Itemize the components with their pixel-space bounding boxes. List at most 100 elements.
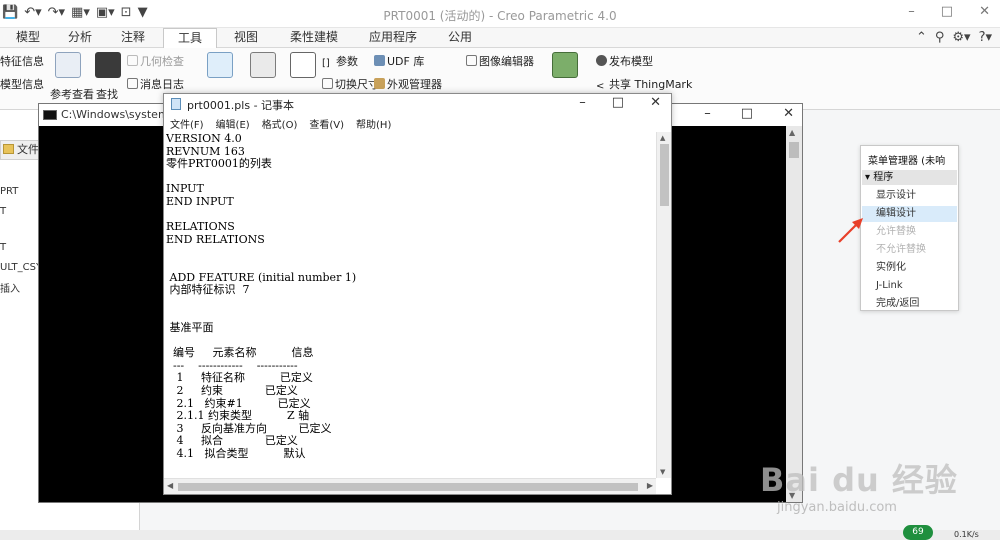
find-label: 查找 — [96, 88, 118, 101]
window-controls: – □ ✕ — [908, 4, 990, 19]
scroll-right-icon[interactable]: ▶ — [647, 481, 653, 490]
settings-icon[interactable]: ⚙▾ — [952, 30, 970, 45]
console-icon — [43, 110, 57, 120]
menu-manager-item[interactable]: 完成/返回 — [862, 296, 957, 312]
notepad-line: END RELATIONS — [166, 232, 265, 246]
menu-view[interactable]: 查看(V) — [309, 116, 344, 131]
notepad-vscroll-thumb[interactable] — [660, 144, 669, 206]
share-icon: < — [596, 81, 605, 92]
help-icon[interactable]: ?▾ — [979, 30, 992, 45]
tab-tools[interactable]: 工具 — [163, 28, 217, 49]
menu-manager-item[interactable]: 显示设计 — [862, 188, 957, 204]
menu-manager-item[interactable]: J-Link — [862, 278, 957, 294]
notepad-maximize-icon[interactable]: □ — [612, 95, 624, 110]
relations-icon[interactable] — [207, 52, 233, 78]
geometry-check-button[interactable]: 几何检查 — [127, 53, 184, 69]
tab-utilities[interactable]: 公用 — [440, 28, 480, 48]
ribbon-tab-right-icons: ⌃ ⚲ ⚙▾ ?▾ — [916, 30, 992, 45]
console-scroll-thumb[interactable] — [789, 142, 799, 158]
feature-info-button[interactable]: 特征信息 — [0, 53, 44, 69]
notepad-line: 2.1 约束#1 已定义 — [166, 396, 311, 410]
tree-item[interactable]: PRT — [0, 186, 18, 197]
image-editor-icon — [466, 55, 477, 66]
network-badge: 69 — [903, 525, 933, 540]
notepad-line: --- ------------ ----------- — [166, 358, 298, 372]
tab-annotate[interactable]: 注释 — [113, 28, 153, 48]
minimize-icon[interactable]: – — [908, 4, 915, 19]
notepad-window: prt0001.pls - 记事本 – □ ✕ 文件(F) 编辑(E) 格式(O… — [163, 93, 672, 495]
menu-help[interactable]: 帮助(H) — [356, 116, 391, 131]
menu-manager-item: 允许替换 — [876, 226, 916, 237]
tree-item[interactable]: 插入 — [0, 280, 20, 295]
notepad-line: 编号 元素名称 信息 — [166, 346, 314, 360]
console-scrollbar[interactable]: ▲ ▼ — [786, 126, 802, 502]
parameters-button[interactable]: [] 参数 — [322, 53, 358, 69]
notepad-line: 基准平面 — [166, 321, 214, 334]
menu-format[interactable]: 格式(O) — [262, 116, 298, 131]
switch-dimensions-button[interactable]: 切换尺寸 — [322, 76, 379, 92]
scroll-up-icon[interactable]: ▲ — [789, 128, 795, 137]
scroll-up-icon[interactable]: ▲ — [660, 134, 665, 142]
message-log-button[interactable]: 消息日志 — [127, 76, 184, 92]
notepad-line: 4 拟合 已定义 — [166, 434, 298, 448]
cloud-icon — [596, 55, 607, 66]
network-speed: 0.1K/s — [954, 530, 979, 539]
console-close-icon[interactable]: ✕ — [783, 106, 794, 121]
notepad-line: 1 特征名称 已定义 — [166, 371, 313, 385]
file-tab-label: 文件 — [17, 143, 39, 156]
notepad-title: prt0001.pls - 记事本 — [187, 99, 295, 112]
find-binoculars-icon[interactable] — [95, 52, 121, 78]
menu-manager-item[interactable]: 实例化 — [862, 260, 957, 276]
udf-library-button[interactable]: UDF 库 — [374, 53, 424, 69]
notepad-line: 3 反向基准方向 已定义 — [166, 421, 332, 435]
publish-geometry-icon[interactable] — [250, 52, 276, 78]
app-title: PRT0001 (活动的) - Creo Parametric 4.0 — [383, 9, 617, 23]
share-thingmark-button[interactable]: < 共享 ThingMark — [596, 76, 692, 92]
notepad-close-icon[interactable]: ✕ — [650, 95, 661, 110]
notepad-window-controls: – □ ✕ — [579, 95, 661, 110]
menu-edit[interactable]: 编辑(E) — [216, 116, 250, 131]
scroll-down-icon[interactable]: ▼ — [660, 468, 665, 476]
add-layer-icon[interactable] — [552, 52, 578, 78]
tab-analysis[interactable]: 分析 — [60, 28, 100, 48]
scroll-left-icon[interactable]: ◀ — [167, 481, 173, 490]
notepad-hscroll-thumb[interactable] — [178, 483, 638, 491]
tab-model[interactable]: 模型 — [8, 28, 48, 48]
menu-manager-item: 不允许替换 — [876, 244, 926, 255]
tab-flexible-modeling[interactable]: 柔性建模 — [283, 28, 345, 48]
notepad-line: RELATIONS — [166, 220, 235, 234]
reference-viewer-icon[interactable] — [55, 52, 81, 78]
publish-model-button[interactable]: 发布模型 — [596, 53, 653, 69]
notepad-line: REVNUM 163 — [166, 144, 245, 158]
notepad-minimize-icon[interactable]: – — [579, 95, 586, 110]
appearance-manager-button[interactable]: 外观管理器 — [374, 76, 442, 92]
search-icon[interactable]: ⚲ — [935, 30, 945, 45]
model-info-button[interactable]: 模型信息 — [0, 76, 44, 92]
tree-item[interactable]: T — [0, 242, 6, 253]
maximize-icon[interactable]: □ — [941, 4, 953, 19]
switch-dimensions-icon — [322, 78, 333, 89]
menu-manager-item[interactable]: 编辑设计 — [862, 206, 957, 222]
notepad-vertical-scrollbar[interactable]: ▲ ▼ — [656, 132, 671, 478]
udf-library-icon — [374, 55, 385, 66]
close-icon[interactable]: ✕ — [979, 4, 990, 19]
notepad-text-area[interactable]: VERSION 4.0 REVNUM 163 零件PRT0001的列表 INPUT EN… — [166, 132, 656, 478]
tree-item[interactable]: T — [0, 206, 6, 217]
console-minimize-icon[interactable]: – — [704, 106, 711, 121]
menu-file[interactable]: 文件(F) — [170, 116, 204, 131]
notepad-horizontal-scrollbar[interactable]: ◀ ▶ — [164, 478, 656, 494]
notepad-line: 2.1.1 约束类型 Z 轴 — [166, 409, 310, 423]
tab-applications[interactable]: 应用程序 — [362, 28, 424, 48]
notepad-line: 内部特征标识 7 — [166, 283, 250, 297]
message-log-icon — [127, 78, 138, 89]
tab-view[interactable]: 视图 — [226, 28, 266, 48]
notepad-line: INPUT — [166, 182, 204, 196]
table-icon[interactable] — [290, 52, 316, 78]
console-maximize-icon[interactable]: □ — [741, 106, 753, 121]
menu-manager-section[interactable]: ▾ 程序 — [862, 170, 957, 185]
geometry-check-icon — [127, 55, 138, 66]
notepad-line: 零件PRT0001的列表 — [166, 157, 272, 171]
collapse-ribbon-icon[interactable]: ⌃ — [916, 30, 927, 45]
annotation-arrow-icon — [838, 218, 863, 243]
image-editor-button[interactable]: 图像编辑器 — [466, 53, 534, 69]
